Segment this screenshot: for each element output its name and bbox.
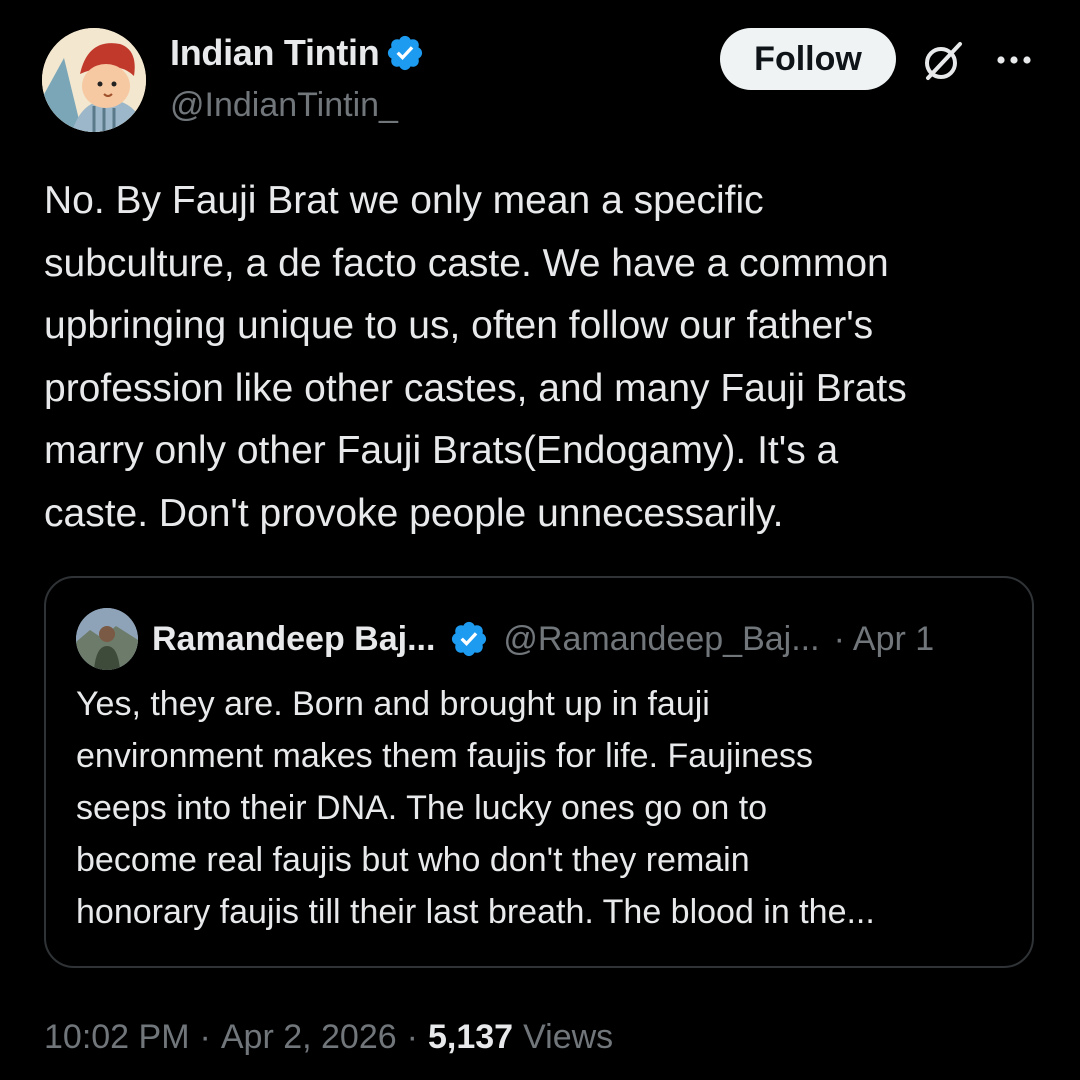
meta-separator: · (406, 1017, 418, 1056)
author-name-row: Indian Tintin (170, 30, 425, 76)
author-avatar[interactable] (42, 28, 146, 132)
tweet-text: No. By Fauji Brat we only mean a specifi… (44, 179, 907, 535)
quoted-text: Yes, they are. Born and brought up in fa… (76, 685, 875, 931)
quoted-author-name[interactable]: Ramandeep Baj... (152, 620, 435, 659)
author-display-name[interactable]: Indian Tintin (170, 32, 380, 74)
views-label[interactable]: Views (523, 1018, 613, 1057)
verified-badge-icon (449, 619, 489, 659)
tweet-meta: 10:02 PM · Apr 2, 2026 · 5,137 Views (44, 1012, 613, 1062)
follow-button[interactable]: Follow (720, 28, 896, 90)
tweet-time[interactable]: 10:02 PM (44, 1018, 190, 1057)
quoted-tweet[interactable]: Ramandeep Baj... @Ramandeep_Baj... · Apr… (44, 576, 1034, 968)
quoted-author-handle[interactable]: @Ramandeep_Baj... (503, 620, 819, 659)
tweet-header: Indian Tintin @IndianTintin_ Follow (42, 28, 1042, 138)
author-info: Indian Tintin @IndianTintin_ (170, 30, 425, 125)
tweet-date[interactable]: Apr 2, 2026 (221, 1018, 397, 1057)
grok-icon[interactable] (920, 38, 966, 84)
quoted-date[interactable]: Apr 1 (853, 620, 934, 659)
quoted-separator: · (833, 619, 845, 658)
meta-separator: · (199, 1017, 211, 1056)
views-count[interactable]: 5,137 (428, 1018, 513, 1057)
quoted-header: Ramandeep Baj... @Ramandeep_Baj... · Apr… (152, 614, 934, 664)
more-options-icon[interactable] (992, 42, 1036, 78)
quoted-author-avatar[interactable] (76, 608, 138, 670)
verified-badge-icon (385, 33, 425, 73)
author-handle[interactable]: @IndianTintin_ (170, 86, 425, 125)
